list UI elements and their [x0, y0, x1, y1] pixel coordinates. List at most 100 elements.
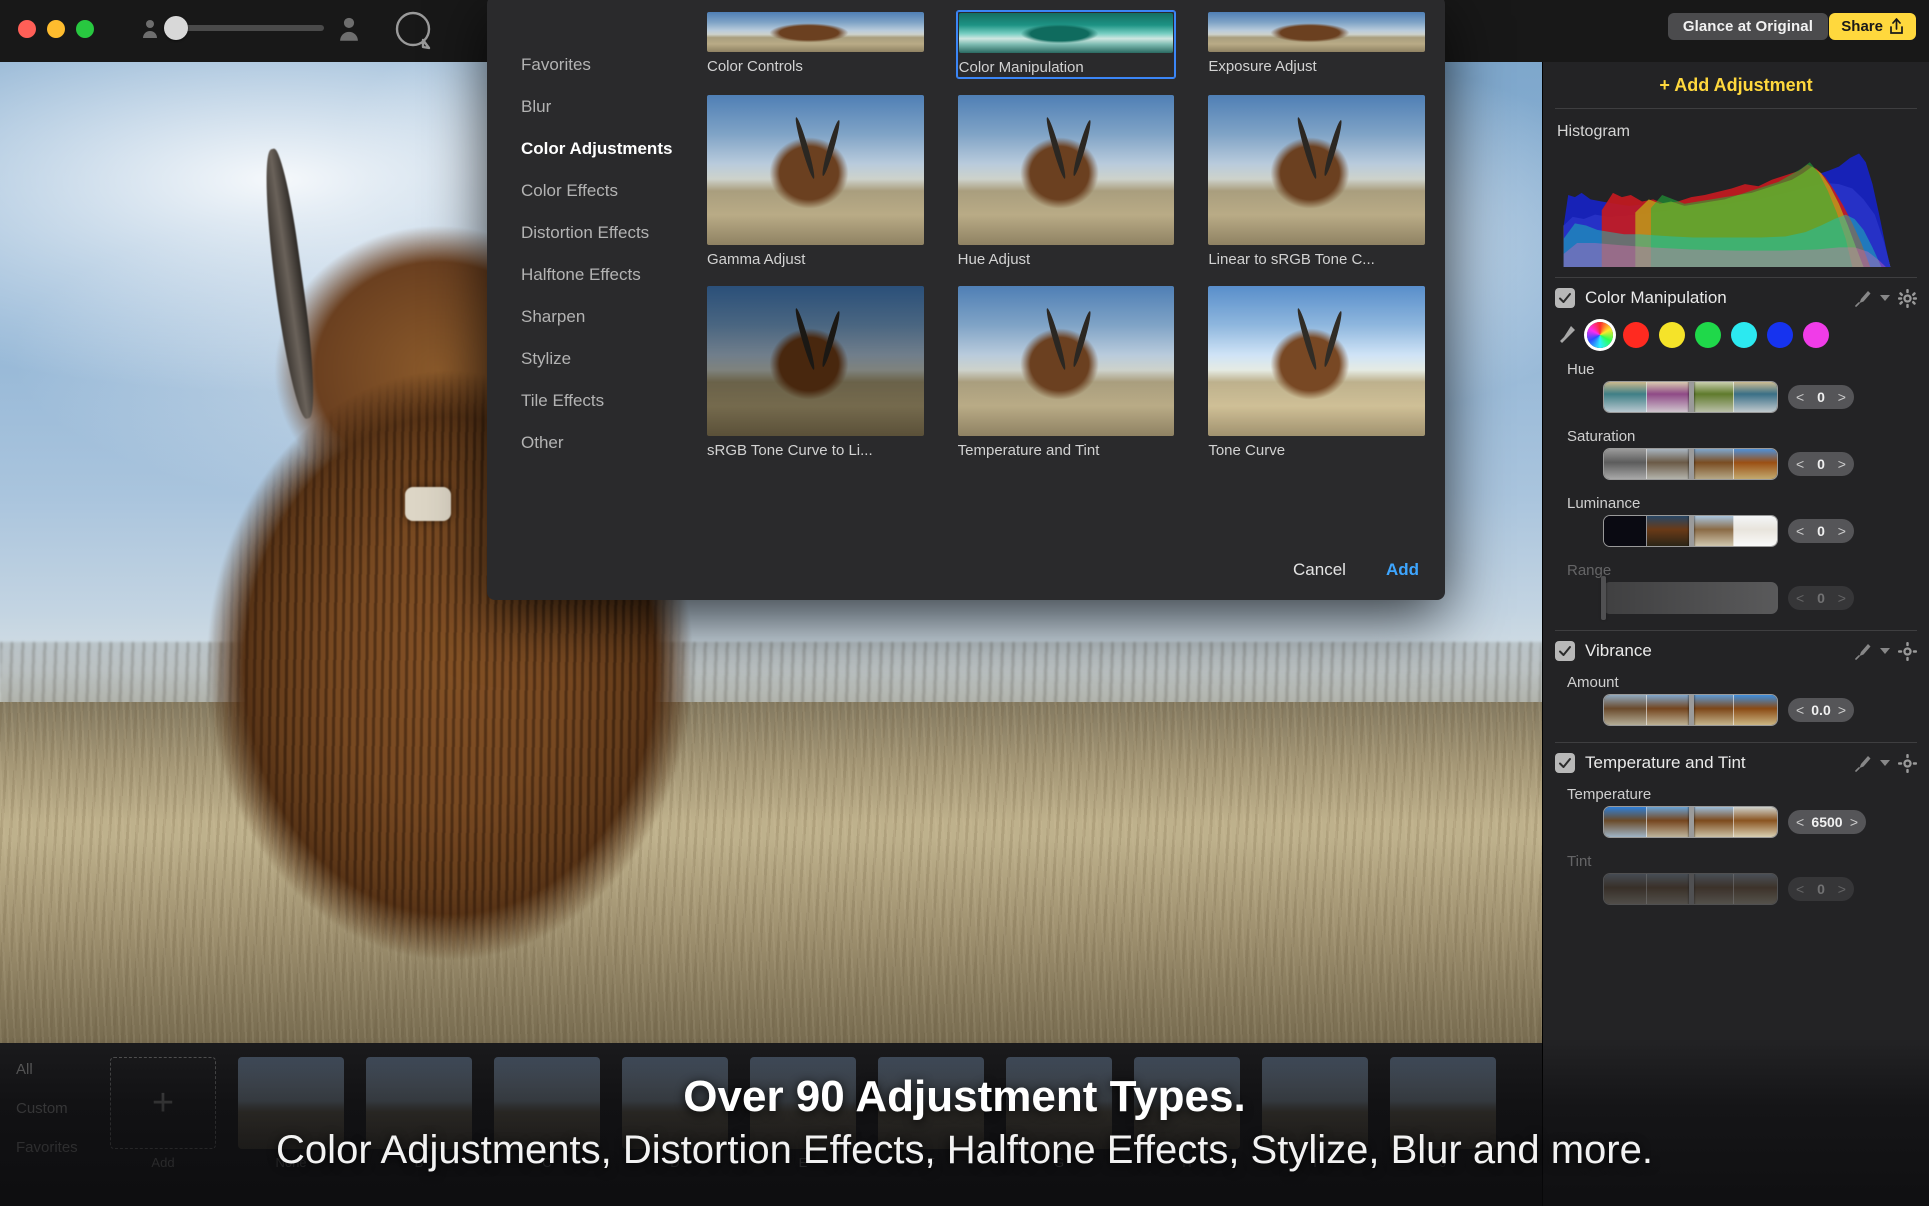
temperature-stepper[interactable]: < 6500 >: [1788, 810, 1866, 834]
saturation-value: 0: [1817, 456, 1825, 472]
slider-handle[interactable]: [1688, 382, 1694, 412]
decrement-icon[interactable]: <: [1796, 456, 1804, 472]
increment-icon[interactable]: >: [1850, 814, 1858, 830]
add-button[interactable]: Add: [1386, 560, 1419, 580]
gear-icon[interactable]: [1898, 288, 1917, 308]
decrement-icon[interactable]: <: [1796, 590, 1804, 606]
range-slider[interactable]: [1601, 576, 1778, 620]
control-label: Saturation: [1567, 428, 1636, 445]
effect-card[interactable]: sRGB Tone Curve to Li...: [705, 284, 926, 461]
slider-handle[interactable]: [1688, 695, 1694, 725]
dialog-category-distortion-effects[interactable]: Distortion Effects: [487, 212, 687, 254]
slider-handle[interactable]: [1688, 516, 1694, 546]
hue-filmstrip-slider[interactable]: [1603, 381, 1778, 413]
luminance-stepper[interactable]: < 0 >: [1788, 519, 1854, 543]
slider-handle[interactable]: [1688, 449, 1694, 479]
effect-card[interactable]: Tone Curve: [1206, 284, 1427, 461]
glance-at-original-button[interactable]: Glance at Original: [1667, 13, 1828, 40]
gear-icon[interactable]: [1898, 753, 1917, 773]
add-adjustment-button[interactable]: + Add Adjustment: [1543, 62, 1929, 108]
hue-stepper[interactable]: < 0 >: [1788, 385, 1854, 409]
decrement-icon[interactable]: <: [1796, 389, 1804, 405]
decrement-icon[interactable]: <: [1796, 814, 1804, 830]
brush-icon[interactable]: [1852, 753, 1872, 773]
effect-card[interactable]: Exposure Adjust: [1206, 10, 1427, 79]
panel-header[interactable]: Temperature and Tint: [1543, 743, 1929, 777]
effect-card[interactable]: Hue Adjust: [956, 93, 1177, 270]
effect-label: Exposure Adjust: [1208, 58, 1317, 75]
amount-filmstrip-slider[interactable]: [1603, 694, 1778, 726]
control-label: Amount: [1567, 674, 1619, 691]
thumbnail-size-slider[interactable]: [164, 16, 324, 40]
dialog-category-sharpen[interactable]: Sharpen: [487, 296, 687, 338]
maximize-button[interactable]: [76, 20, 94, 38]
swatch-red[interactable]: [1623, 322, 1649, 348]
effect-label: Gamma Adjust: [707, 251, 806, 268]
minimize-button[interactable]: [47, 20, 65, 38]
dialog-category-halftone-effects[interactable]: Halftone Effects: [487, 254, 687, 296]
increment-icon[interactable]: >: [1838, 456, 1846, 472]
saturation-stepper[interactable]: < 0 >: [1788, 452, 1854, 476]
brush-icon[interactable]: [1852, 288, 1872, 308]
slider-handle[interactable]: [1688, 874, 1694, 904]
dialog-category-tile-effects[interactable]: Tile Effects: [487, 380, 687, 422]
brush-icon[interactable]: [1852, 641, 1872, 661]
temperature-filmstrip-slider[interactable]: [1603, 806, 1778, 838]
effect-card-selected[interactable]: Color Manipulation: [955, 10, 1177, 79]
amount-stepper[interactable]: < 0.0 >: [1788, 698, 1854, 722]
gear-icon[interactable]: [1898, 641, 1917, 661]
swatch-magenta[interactable]: [1803, 322, 1829, 348]
panel-tools: [1852, 641, 1917, 661]
swatch-yellow[interactable]: [1659, 322, 1685, 348]
close-button[interactable]: [18, 20, 36, 38]
saturation-filmstrip-slider[interactable]: [1603, 448, 1778, 480]
panel-enable-checkbox[interactable]: [1555, 753, 1575, 773]
panel-header[interactable]: Vibrance: [1543, 631, 1929, 665]
dialog-category-other[interactable]: Other: [487, 422, 687, 464]
effect-label: sRGB Tone Curve to Li...: [707, 442, 873, 459]
dialog-category-color-adjustments[interactable]: Color Adjustments: [487, 128, 687, 170]
increment-icon[interactable]: >: [1838, 523, 1846, 539]
effect-card[interactable]: Linear to sRGB Tone C...: [1206, 93, 1427, 270]
slider-knob[interactable]: [164, 16, 188, 40]
effect-thumbnail: [1208, 286, 1425, 436]
cancel-button[interactable]: Cancel: [1293, 560, 1346, 580]
effect-card[interactable]: Temperature and Tint: [956, 284, 1177, 461]
decrement-icon[interactable]: <: [1796, 881, 1804, 897]
effect-card[interactable]: Gamma Adjust: [705, 93, 926, 270]
tint-filmstrip-slider[interactable]: [1603, 873, 1778, 905]
swatch-color-wheel[interactable]: [1587, 322, 1613, 348]
swatch-green[interactable]: [1695, 322, 1721, 348]
eyedropper-icon[interactable]: [1557, 324, 1577, 346]
dialog-category-favorites[interactable]: Favorites: [487, 44, 687, 86]
decrement-icon[interactable]: <: [1796, 523, 1804, 539]
panel-title: Temperature and Tint: [1585, 753, 1746, 772]
control-tint: Tint < 0 >: [1543, 844, 1929, 911]
effect-label: Tone Curve: [1208, 442, 1286, 459]
decrement-icon[interactable]: <: [1796, 702, 1804, 718]
increment-icon[interactable]: >: [1838, 702, 1846, 718]
swatch-blue[interactable]: [1767, 322, 1793, 348]
increment-icon[interactable]: >: [1838, 881, 1846, 897]
speech-bubble-icon[interactable]: [393, 10, 435, 52]
range-stepper[interactable]: < 0 >: [1788, 586, 1854, 610]
slider-handle[interactable]: [1688, 807, 1694, 837]
increment-icon[interactable]: >: [1838, 590, 1846, 606]
dialog-category-color-effects[interactable]: Color Effects: [487, 170, 687, 212]
increment-icon[interactable]: >: [1838, 389, 1846, 405]
panel-enable-checkbox[interactable]: [1555, 641, 1575, 661]
effect-card[interactable]: Color Controls: [705, 10, 926, 79]
panel-enable-checkbox[interactable]: [1555, 288, 1575, 308]
swatch-cyan[interactable]: [1731, 322, 1757, 348]
luminance-filmstrip-slider[interactable]: [1603, 515, 1778, 547]
slider-handle[interactable]: [1601, 576, 1606, 620]
panel-vibrance: Vibrance Amount < 0.0 >: [1543, 631, 1929, 732]
share-button[interactable]: Share: [1829, 13, 1916, 40]
chevron-down-icon[interactable]: [1880, 294, 1890, 302]
chevron-down-icon[interactable]: [1880, 647, 1890, 655]
panel-header[interactable]: Color Manipulation: [1543, 278, 1929, 312]
dialog-category-blur[interactable]: Blur: [487, 86, 687, 128]
tint-stepper[interactable]: < 0 >: [1788, 877, 1854, 901]
dialog-category-stylize[interactable]: Stylize: [487, 338, 687, 380]
chevron-down-icon[interactable]: [1880, 759, 1890, 767]
